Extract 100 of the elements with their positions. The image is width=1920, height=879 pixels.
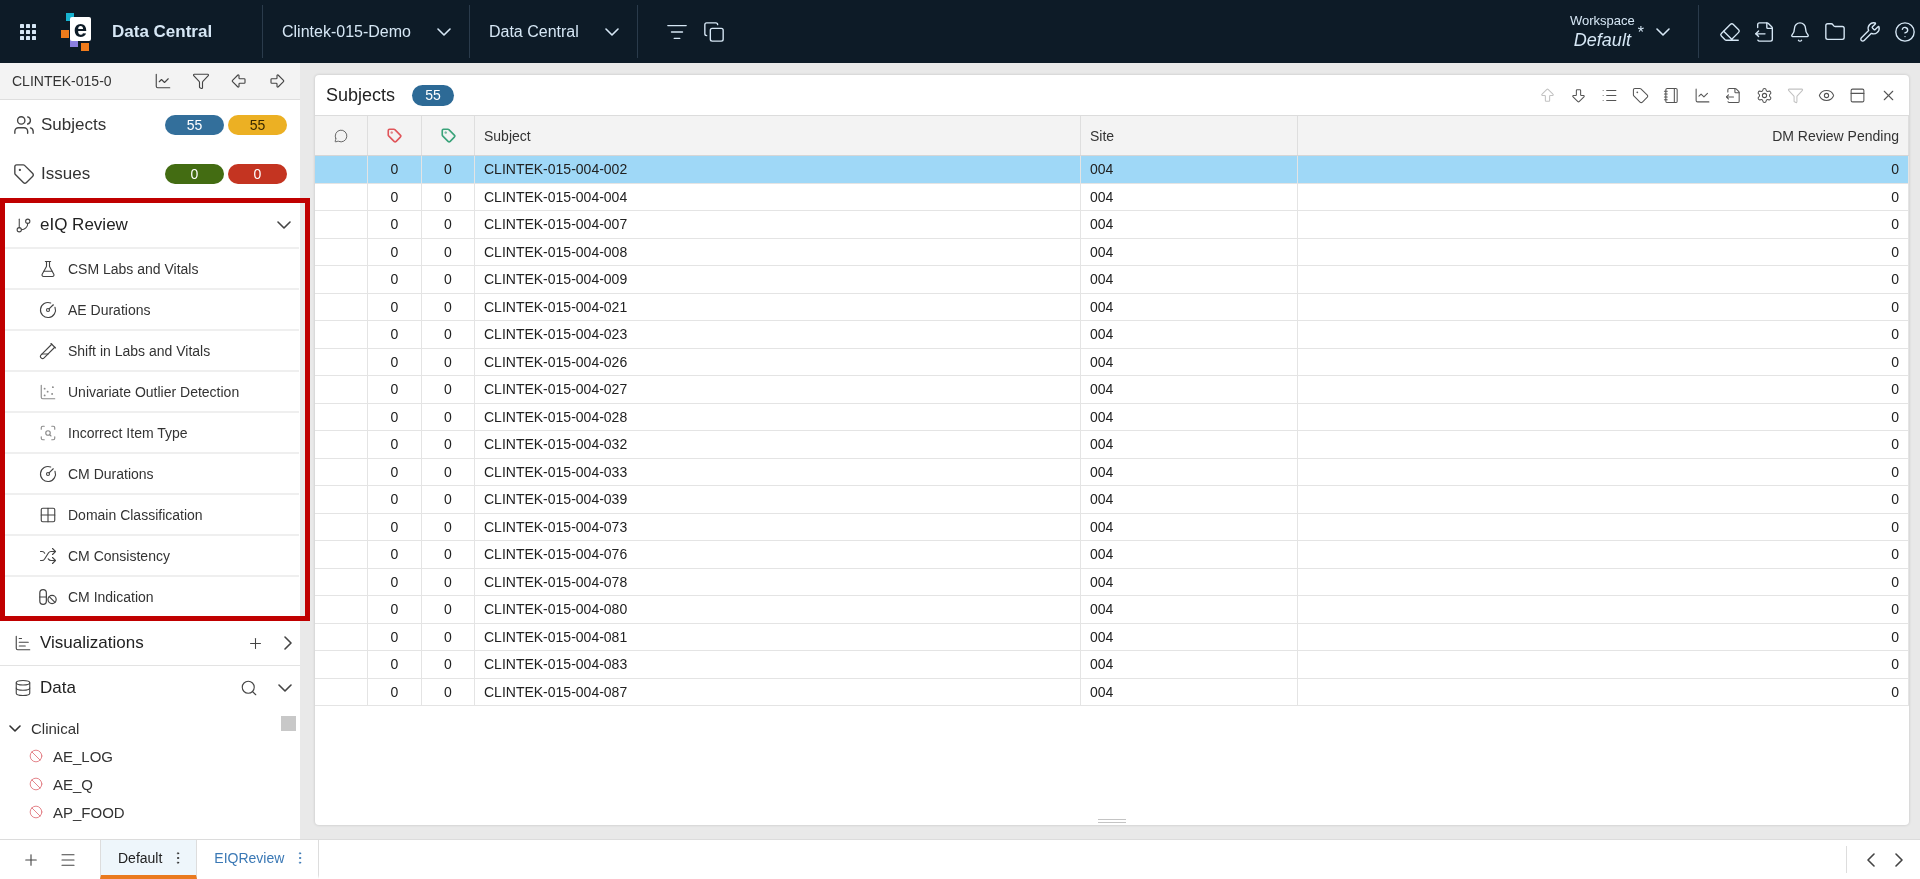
table-cell: 0 [1298,321,1909,348]
search-icon[interactable] [240,678,258,697]
chevron-left-icon[interactable] [1867,852,1875,867]
table-cell: 0 [422,321,475,348]
line-chart-icon[interactable] [154,72,172,90]
table-cell: 0 [422,596,475,623]
bell-icon[interactable] [1789,20,1811,43]
workspace-label: Workspace [1569,12,1635,29]
table-cell: 0 [422,431,475,458]
table-cell: 0 [368,541,422,568]
summary-label[interactable]: Issues [41,163,91,184]
table-row[interactable]: 0 0 CLINTEK-015-004-083 004 0 [315,651,1909,679]
table-row[interactable]: 0 0 CLINTEK-015-004-033 004 0 [315,458,1909,486]
file-arrow-icon[interactable] [1754,20,1776,43]
scatter-chart-icon [39,382,57,401]
dropdown-selector[interactable]: Clintek-015-Demo [263,0,469,63]
table-cell: 0 [1298,403,1909,430]
summary-label[interactable]: Subjects [41,114,107,135]
table-cell: 0 [422,348,475,375]
help-icon[interactable] [1894,20,1916,43]
dropdown-selector[interactable]: Data Central [469,0,637,63]
table-cell: 0 [368,623,422,650]
table-row[interactable]: 0 0 CLINTEK-015-004-004 004 0 [315,183,1909,211]
table-cell: 0 [1298,431,1909,458]
tag-icon[interactable] [1632,86,1649,104]
column-header[interactable]: Site [1081,116,1298,155]
table-row[interactable]: 0 0 CLINTEK-015-004-007 004 0 [315,211,1909,239]
table-row[interactable]: 0 0 CLINTEK-015-004-028 004 0 [315,403,1909,431]
table-row[interactable]: 0 0 CLINTEK-015-004-026 004 0 [315,348,1909,376]
shuffle-icon [39,546,57,565]
comment-icon[interactable] [334,128,348,143]
settings-icon[interactable] [1756,86,1773,104]
table-cell: 0 [422,376,475,403]
table-row[interactable]: 0 0 CLINTEK-015-004-021 004 0 [315,293,1909,321]
panel-title: Subjects [326,84,396,106]
column-header[interactable]: Subject [475,116,1081,155]
table-cell: 0 [368,266,422,293]
tree-item[interactable]: AP_FOOD [53,803,125,821]
arrow-right-icon[interactable] [268,72,286,90]
table-cell: 0 [422,623,475,650]
table-row[interactable]: 0 0 CLINTEK-015-004-080 004 0 [315,596,1909,624]
table-cell: CLINTEK-015-004-002 [475,156,1081,183]
table-row[interactable]: 0 0 CLINTEK-015-004-081 004 0 [315,623,1909,651]
file-arrow-icon[interactable] [1725,86,1742,104]
notebook-icon[interactable] [1663,86,1680,104]
chevron-down-icon[interactable] [277,221,291,229]
table-row[interactable]: 0 0 CLINTEK-015-004-027 004 0 [315,376,1909,404]
table-cell: 0 [368,293,422,320]
tab[interactable]: EIQReview [197,840,320,879]
section-title[interactable]: eIQ Review [40,215,128,235]
table-cell: 0 [1298,568,1909,595]
tree-folder[interactable]: Clinical [31,719,80,737]
arrow-down-icon[interactable] [1570,86,1587,104]
chevron-down-icon[interactable] [278,683,292,692]
table-row[interactable]: 0 0 CLINTEK-015-004-032 004 0 [315,431,1909,459]
table-cell: 0 [422,156,475,183]
table-row[interactable]: 0 0 CLINTEK-015-004-076 004 0 [315,541,1909,569]
tree-item[interactable]: AE_LOG [53,747,114,765]
chevron-down-icon[interactable] [9,724,21,732]
table-cell: CLINTEK-015-004-078 [475,568,1081,595]
panel-icon[interactable] [1849,86,1866,104]
table-cell: 004 [1081,596,1298,623]
scrollbar-thumb[interactable] [281,716,296,731]
table-row[interactable]: 0 0 CLINTEK-015-004-087 004 0 [315,678,1909,706]
apps-grid-icon[interactable] [20,23,36,40]
filter-icon[interactable] [192,72,210,90]
table-row[interactable]: 0 0 CLINTEK-015-004-039 004 0 [315,486,1909,514]
section-title[interactable]: Visualizations [40,633,144,653]
table-cell: 004 [1081,293,1298,320]
line-chart-icon[interactable] [1694,86,1711,104]
table-cell: 0 [368,376,422,403]
copy-icon[interactable] [702,20,725,43]
ban-icon [29,805,43,819]
table-row[interactable]: 0 0 CLINTEK-015-004-023 004 0 [315,321,1909,349]
tree-item[interactable]: AE_Q [53,775,94,793]
table-row[interactable]: 0 0 CLINTEK-015-004-073 004 0 [315,513,1909,541]
wrench-icon[interactable] [1859,20,1881,43]
table-row[interactable]: 0 0 CLINTEK-015-004-009 004 0 [315,266,1909,294]
app-logo: e [60,12,92,51]
section-title[interactable]: Data [40,677,76,698]
grid-icon [39,505,57,524]
table-row[interactable]: 0 0 CLINTEK-015-004-078 004 0 [315,568,1909,596]
column-header[interactable]: DM Review Pending [1298,116,1909,155]
table-cell: CLINTEK-015-004-007 [475,211,1081,238]
chevron-right-icon[interactable] [284,636,292,650]
eraser-icon[interactable] [1719,20,1741,43]
resize-handle[interactable] [1098,819,1126,823]
table-cell: 0 [1298,513,1909,540]
count-badge: 0 [228,163,287,184]
folder-icon[interactable] [1824,20,1846,43]
chevron-right-icon[interactable] [1895,852,1903,867]
unsaved-mark: * [1637,24,1644,41]
workspace-name[interactable]: Default [1573,28,1631,51]
table-row[interactable]: 0 0 CLINTEK-015-004-002 004 0 [315,156,1909,184]
table-cell: 0 [422,513,475,540]
tab[interactable]: Default [100,840,198,879]
tag-icon[interactable] [387,128,402,143]
arrow-left-icon[interactable] [230,72,248,90]
table-row[interactable]: 0 0 CLINTEK-015-004-008 004 0 [315,238,1909,266]
scan-search-icon [39,423,57,442]
